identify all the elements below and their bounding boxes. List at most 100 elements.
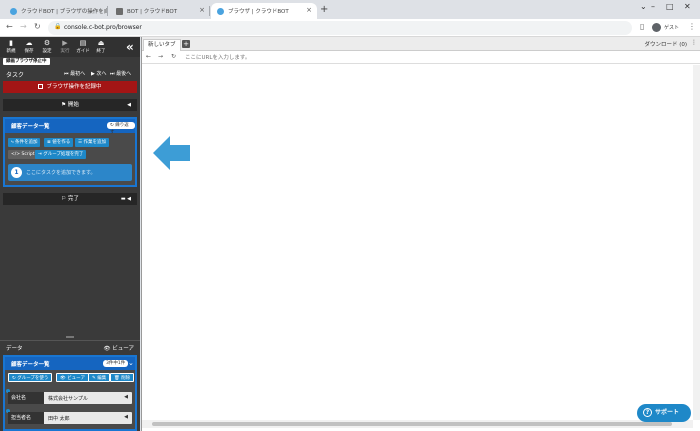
end-step[interactable]: ⚐ 完了 ▬ ◀ bbox=[3, 193, 137, 205]
jump-last-button[interactable]: ⏭ 最後へ bbox=[110, 70, 131, 77]
group-step: 顧客データ一覧 ↻ 繰り返す ‹ ⤷ 条件を追加 ≣ 値を作る ☰ 作業を追加 … bbox=[3, 117, 137, 187]
add-tab-icon[interactable]: + bbox=[182, 40, 190, 48]
field-value: 株式会社サンプル bbox=[48, 396, 88, 402]
vertical-scrollbar[interactable] bbox=[693, 65, 700, 420]
resize-handle[interactable] bbox=[66, 336, 74, 338]
profile-label: ゲスト bbox=[664, 25, 680, 31]
new-button[interactable]: ▮ 新規 bbox=[3, 39, 19, 54]
field-label: 担当者名 bbox=[8, 412, 44, 424]
toolbar-label: 保存 bbox=[24, 49, 34, 54]
checkbox-icon bbox=[38, 84, 44, 89]
collapse-panel-icon[interactable]: « bbox=[126, 40, 134, 54]
chevron-left-icon[interactable]: ‹ bbox=[128, 121, 131, 129]
downloads-button[interactable]: ダウンロード (0) bbox=[644, 40, 687, 48]
kebab-menu-icon[interactable]: ⋮ bbox=[688, 22, 696, 31]
viewer-button[interactable]: 👁 ビューア bbox=[56, 373, 89, 382]
browser-tab-3[interactable]: ブラウザ | クラウドBOT × bbox=[211, 3, 317, 19]
kebab-menu-icon[interactable]: ⋮ bbox=[691, 39, 697, 46]
run-button[interactable]: ▶ 実行 bbox=[57, 39, 73, 54]
browser-tab-2[interactable]: BOT | クラウドBOT × bbox=[110, 3, 210, 19]
settings-button[interactable]: ⚙ 設定 bbox=[39, 39, 55, 54]
edit-button[interactable]: ✎ 編集 bbox=[88, 373, 111, 382]
avatar bbox=[652, 23, 661, 32]
back-icon[interactable]: ← bbox=[146, 53, 151, 60]
group-title: 顧客データ一覧 bbox=[11, 124, 50, 130]
exit-button[interactable]: ⏏ 終了 bbox=[93, 39, 109, 54]
status-badge: 録画ブラウザ停止中 bbox=[3, 58, 50, 65]
back-icon[interactable]: ← bbox=[6, 22, 13, 31]
drop-zone-text: ここにタスクを追加できます。 bbox=[26, 170, 96, 176]
start-step[interactable]: ⚑ 開始 ◀ bbox=[3, 99, 137, 111]
play-icon: ▶ bbox=[62, 39, 68, 47]
url-omnibox[interactable]: 🔒 console.c-bot.pro/browser bbox=[48, 21, 632, 35]
script-button[interactable]: </> Script bbox=[8, 150, 38, 159]
add-condition-button[interactable]: ⤷ 条件を追加 bbox=[8, 138, 41, 147]
record-toggle[interactable]: ブラウザ操作を記録中 bbox=[3, 81, 137, 93]
reload-icon[interactable]: ↻ bbox=[34, 22, 41, 31]
minimize-icon[interactable]: – bbox=[651, 2, 655, 11]
support-label: サポート bbox=[655, 409, 680, 416]
task-drop-zone[interactable]: 1 ここにタスクを追加できます。 bbox=[8, 164, 132, 181]
forward-icon[interactable]: → bbox=[158, 53, 163, 60]
group-header[interactable]: 顧客データ一覧 ↻ 繰り返す ‹ bbox=[5, 119, 135, 135]
button-label: 編集 bbox=[97, 376, 107, 381]
comment-caret-icon[interactable]: ▬ ◀ bbox=[121, 193, 131, 205]
use-group-button[interactable]: ↻ グループを使う bbox=[8, 373, 53, 382]
jump-first-button[interactable]: ⏮ 最初へ bbox=[64, 70, 85, 77]
cloudbot-favicon-icon bbox=[10, 7, 17, 15]
jump-next-button[interactable]: ▶ 次へ bbox=[91, 70, 106, 77]
chevron-down-icon[interactable]: ⌄ bbox=[640, 2, 647, 11]
caret-left-icon[interactable]: ◀ bbox=[124, 394, 128, 400]
close-icon[interactable]: × bbox=[306, 6, 312, 14]
record-count-badge: 3件中1件 bbox=[103, 360, 129, 367]
close-icon[interactable]: × bbox=[199, 6, 205, 14]
field-contact[interactable]: 担当者名 田中 太郎 ◀ bbox=[6, 409, 132, 424]
scroll-thumb[interactable] bbox=[152, 422, 672, 426]
app-toolbar: ▮ 新規 ☁ 保存 ⚙ 設定 ▶ 実行 ▤ ガイド ⏏ 終了 « bbox=[0, 37, 140, 57]
finish-group-button[interactable]: ⇥ グループ処理を完了 bbox=[35, 150, 87, 159]
browser-tabbar: クラウドBOT | ブラウザの操作を自動... BOT | クラウドBOT × … bbox=[0, 0, 700, 19]
bot-favicon-icon bbox=[116, 7, 123, 15]
book-icon: ▤ bbox=[79, 39, 87, 47]
start-label: 開始 bbox=[67, 102, 79, 108]
file-icon: ▮ bbox=[9, 39, 13, 47]
toolbar-label: ガイド bbox=[76, 49, 90, 54]
viewer-toggle[interactable]: 👁 ビューア bbox=[103, 344, 134, 352]
forward-icon[interactable]: → bbox=[20, 22, 27, 31]
guide-button[interactable]: ▤ ガイド bbox=[75, 39, 91, 54]
button-label: Script bbox=[21, 152, 35, 157]
caret-left-icon[interactable]: ◀ bbox=[127, 99, 131, 111]
chevron-down-icon[interactable]: ⌄ bbox=[128, 359, 134, 367]
embedded-url-input[interactable] bbox=[182, 52, 687, 63]
toolbar-label: 実行 bbox=[60, 49, 70, 54]
save-button[interactable]: ☁ 保存 bbox=[21, 39, 37, 54]
maximize-icon[interactable]: □ bbox=[666, 2, 674, 11]
button-label: グループ処理を完了 bbox=[43, 152, 84, 157]
record-label: ブラウザ操作を記録中 bbox=[46, 84, 102, 90]
field-company[interactable]: 会社名 株式会社サンプル ◀ bbox=[6, 389, 132, 404]
button-label: 作業を追加 bbox=[83, 140, 106, 145]
viewer-label: ビューア bbox=[112, 346, 134, 352]
embedded-address-bar: ← → ↻ bbox=[142, 51, 700, 64]
reload-icon[interactable]: ↻ bbox=[171, 53, 176, 60]
jump-first-label: 最初へ bbox=[70, 71, 86, 77]
gear-icon: ⚙ bbox=[43, 39, 51, 47]
sidepanel-icon[interactable]: ▯ bbox=[640, 22, 644, 31]
button-label: ビューア bbox=[67, 376, 85, 381]
window-close-icon[interactable]: ✕ bbox=[684, 2, 691, 11]
browser-tab-1[interactable]: クラウドBOT | ブラウザの操作を自動... bbox=[4, 3, 108, 19]
add-task-button[interactable]: ☰ 作業を追加 bbox=[75, 138, 109, 147]
task-title: タスク bbox=[6, 72, 25, 79]
make-value-button[interactable]: ≣ 値を作る bbox=[44, 138, 74, 147]
embedded-tab[interactable]: 新しいタブ bbox=[143, 39, 181, 51]
cloud-save-icon: ☁ bbox=[25, 39, 33, 47]
caret-left-icon[interactable]: ◀ bbox=[124, 414, 128, 420]
horizontal-scrollbar[interactable] bbox=[142, 420, 693, 428]
data-table-card: 顧客データ一覧 3件中1件 ⌄ ↻ グループを使う 👁 ビューア ✎ 編集 🗑 … bbox=[3, 355, 137, 431]
delete-button[interactable]: 🗑 削除 bbox=[110, 373, 135, 382]
profile-button[interactable]: ゲスト bbox=[652, 23, 679, 32]
new-tab-icon[interactable]: + bbox=[320, 4, 328, 15]
button-label: 条件を追加 bbox=[14, 140, 38, 145]
support-button[interactable]: ? サポート bbox=[637, 404, 691, 422]
data-table-header[interactable]: 顧客データ一覧 3件中1件 ⌄ bbox=[5, 357, 135, 370]
